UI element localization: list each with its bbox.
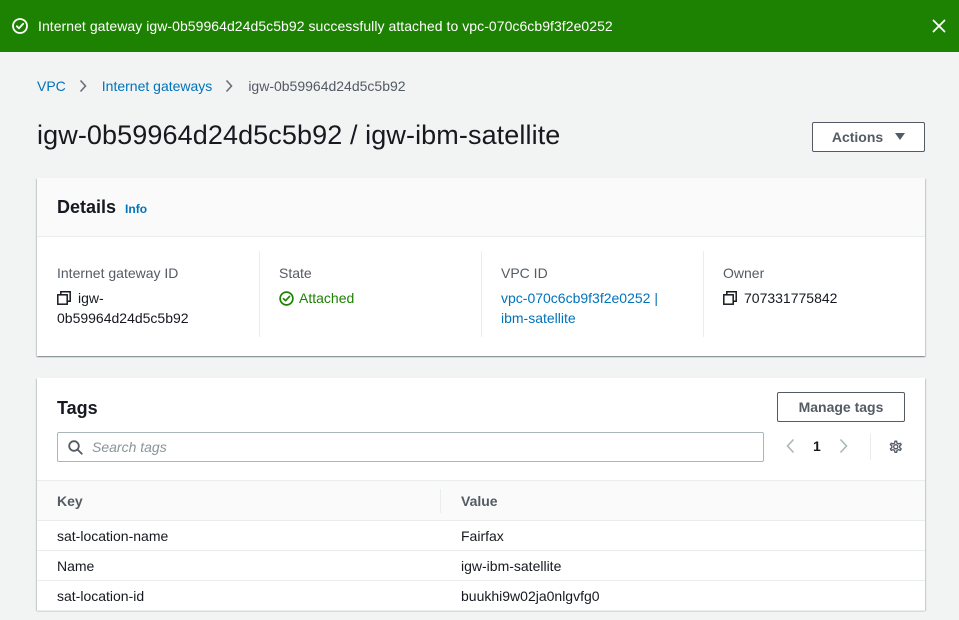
search-tags-input[interactable]	[92, 439, 732, 455]
state-status: Attached	[279, 288, 354, 308]
tags-table: Key Value sat-location-name Fairfax Name…	[37, 480, 925, 611]
table-row: sat-location-id buukhi9w02ja0nlgvfg0	[37, 580, 925, 611]
state-column: State Attached	[259, 237, 481, 355]
owner-label: Owner	[723, 265, 765, 281]
manage-tags-button[interactable]: Manage tags	[777, 392, 905, 422]
pagination: 1	[783, 436, 851, 456]
vpc-id-label: VPC ID	[501, 265, 548, 281]
close-icon[interactable]	[931, 18, 947, 34]
breadcrumb-current: igw-0b59964d24d5c5b92	[248, 78, 406, 94]
gateway-id-line1: igw-	[78, 290, 104, 306]
vpc-id-line2: ibm-satellite	[501, 310, 576, 326]
gateway-id-line2: 0b59964d24d5c5b92	[57, 310, 189, 326]
check-circle-icon	[12, 18, 28, 34]
column-header-key[interactable]: Key	[37, 480, 441, 521]
pager-divider	[870, 434, 871, 460]
search-tags-box	[57, 432, 764, 462]
check-circle-icon	[279, 290, 294, 306]
info-link[interactable]: Info	[125, 202, 147, 216]
details-panel: Details Info Internet gateway ID igw- 0b…	[37, 178, 925, 356]
tag-value: Fairfax	[441, 520, 925, 551]
table-row: Name igw-ibm-satellite	[37, 550, 925, 581]
state-value: Attached	[299, 290, 355, 306]
breadcrumb: VPC Internet gateways igw-0b59964d24d5c5…	[37, 78, 406, 94]
gateway-id-label: Internet gateway ID	[57, 265, 179, 281]
gear-icon[interactable]	[887, 438, 904, 455]
success-flash-banner: Internet gateway igw-0b59964d24d5c5b92 s…	[0, 0, 959, 52]
vpc-id-line1: vpc-070c6cb9f3f2e0252 |	[501, 290, 658, 306]
chevron-right-icon	[225, 79, 235, 93]
tags-title: Tags	[57, 398, 98, 418]
tag-value: igw-ibm-satellite	[441, 550, 925, 581]
owner-column: Owner 707331775842	[703, 237, 925, 355]
chevron-right-icon	[79, 79, 89, 93]
caret-down-icon	[895, 133, 906, 141]
table-row: sat-location-name Fairfax	[37, 520, 925, 551]
gateway-id-column: Internet gateway ID igw- 0b59964d24d5c5b…	[37, 237, 259, 355]
details-header: Details Info	[37, 178, 925, 237]
vpc-id-link[interactable]: vpc-070c6cb9f3f2e0252 | ibm-satellite	[501, 288, 658, 328]
page-title: igw-0b59964d24d5c5b92 / igw-ibm-satellit…	[37, 120, 561, 150]
breadcrumb-vpc[interactable]: VPC	[37, 78, 66, 94]
tag-value: buukhi9w02ja0nlgvfg0	[441, 580, 925, 611]
previous-page-icon[interactable]	[783, 436, 797, 456]
column-header-value[interactable]: Value	[441, 480, 925, 521]
tag-key: sat-location-name	[37, 520, 441, 551]
actions-dropdown-button[interactable]: Actions	[812, 122, 925, 152]
vpc-id-column: VPC ID vpc-070c6cb9f3f2e0252 | ibm-satel…	[481, 237, 703, 355]
tag-key: Name	[37, 550, 441, 581]
tag-key: sat-location-id	[37, 580, 441, 611]
state-label: State	[279, 265, 312, 281]
flash-message: Internet gateway igw-0b59964d24d5c5b92 s…	[38, 18, 613, 34]
copy-icon[interactable]	[57, 290, 71, 305]
breadcrumb-internet-gateways[interactable]: Internet gateways	[102, 78, 213, 94]
search-icon	[68, 439, 83, 455]
next-page-icon[interactable]	[837, 436, 851, 456]
details-title: Details	[57, 196, 117, 217]
table-header-row: Key Value	[37, 480, 925, 521]
tags-panel: Tags Manage tags 1 Key Value sat-locatio…	[37, 378, 925, 611]
gateway-id-value: igw- 0b59964d24d5c5b92	[57, 288, 189, 328]
page-number[interactable]: 1	[813, 438, 821, 454]
copy-icon[interactable]	[723, 290, 737, 305]
actions-label: Actions	[831, 129, 884, 145]
owner-value: 707331775842	[744, 290, 838, 306]
